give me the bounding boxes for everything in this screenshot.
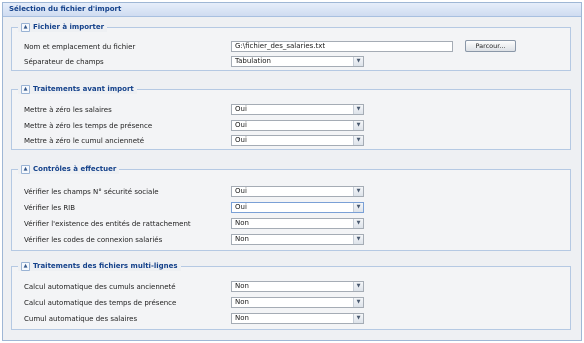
reset-salaries-value: Oui	[235, 105, 247, 113]
check-ssn-select[interactable]: Oui ▼	[231, 186, 364, 197]
import-file-panel: Sélection du fichier d'import ▲ Fichier …	[2, 2, 582, 341]
chevron-down-icon[interactable]: ▼	[353, 203, 363, 212]
fieldset-checks-legend[interactable]: ▲ Contrôles à effectuer	[18, 164, 120, 174]
fieldset-pre-import: ▲ Traitements avant import Mettre à zéro…	[11, 84, 571, 150]
chevron-down-icon[interactable]: ▼	[353, 282, 363, 291]
row-calc-seniority: Calcul automatique des cumuls ancienneté…	[24, 281, 562, 293]
fieldset-multiline-title: Traitements des fichiers multi-lignes	[33, 262, 178, 270]
check-ssn-value: Oui	[235, 187, 247, 195]
row-check-entities: Vérifier l'existence des entités de ratt…	[24, 218, 562, 230]
reset-salaries-label: Mettre à zéro les salaires	[24, 106, 112, 114]
check-rib-select[interactable]: Oui ▼	[231, 202, 364, 213]
file-path-label: Nom et emplacement du fichier	[24, 43, 136, 51]
cumul-salaries-value: Non	[235, 314, 249, 322]
chevron-down-icon[interactable]: ▼	[353, 298, 363, 307]
row-check-logins: Vérifier les codes de connexion salariés…	[24, 234, 562, 246]
row-file-path: Nom et emplacement du fichier G:\fichier…	[24, 40, 562, 53]
cumul-salaries-select[interactable]: Non ▼	[231, 313, 364, 324]
fieldset-multiline-legend[interactable]: ▲ Traitements des fichiers multi-lignes	[18, 261, 181, 271]
reset-presence-value: Oui	[235, 121, 247, 129]
collapse-up-icon[interactable]: ▲	[21, 84, 30, 94]
row-reset-seniority: Mettre à zéro le cumul ancienneté Oui ▼	[24, 135, 562, 147]
check-entities-label: Vérifier l'existence des entités de ratt…	[24, 220, 191, 228]
fieldset-checks: ▲ Contrôles à effectuer Vérifier les cha…	[11, 164, 571, 251]
calc-presence-label: Calcul automatique des temps de présence	[24, 299, 177, 307]
row-separator: Séparateur de champs Tabulation ▼	[24, 56, 562, 68]
fieldset-file-title: Fichier à importer	[33, 23, 105, 31]
check-logins-value: Non	[235, 235, 249, 243]
reset-seniority-value: Oui	[235, 136, 247, 144]
file-path-input[interactable]: G:\fichier_des_salaries.txt	[231, 41, 453, 52]
check-rib-value: Oui	[235, 203, 247, 211]
chevron-down-icon[interactable]: ▼	[353, 121, 363, 130]
reset-seniority-label: Mettre à zéro le cumul ancienneté	[24, 137, 145, 145]
check-rib-label: Vérifier les RIB	[24, 204, 76, 212]
row-cumul-salaries: Cumul automatique des salaires Non ▼	[24, 313, 562, 325]
file-path-value: G:\fichier_des_salaries.txt	[235, 42, 326, 50]
reset-salaries-select[interactable]: Oui ▼	[231, 104, 364, 115]
fieldset-file-legend[interactable]: ▲ Fichier à importer	[18, 22, 108, 32]
collapse-up-icon[interactable]: ▲	[21, 164, 30, 174]
reset-presence-label: Mettre à zéro les temps de présence	[24, 122, 153, 130]
row-reset-salaries: Mettre à zéro les salaires Oui ▼	[24, 104, 562, 116]
collapse-up-icon[interactable]: ▲	[21, 22, 30, 32]
calc-seniority-label: Calcul automatique des cumuls ancienneté	[24, 283, 176, 291]
chevron-down-icon[interactable]: ▼	[353, 219, 363, 228]
calc-presence-select[interactable]: Non ▼	[231, 297, 364, 308]
reset-seniority-select[interactable]: Oui ▼	[231, 135, 364, 146]
chevron-down-icon[interactable]: ▼	[353, 187, 363, 196]
cumul-salaries-label: Cumul automatique des salaires	[24, 315, 138, 323]
row-reset-presence: Mettre à zéro les temps de présence Oui …	[24, 120, 562, 132]
check-logins-label: Vérifier les codes de connexion salariés	[24, 236, 163, 244]
fieldset-pre-import-title: Traitements avant import	[33, 85, 134, 93]
chevron-down-icon[interactable]: ▼	[353, 235, 363, 244]
fieldset-checks-title: Contrôles à effectuer	[33, 165, 117, 173]
collapse-up-icon[interactable]: ▲	[21, 261, 30, 271]
check-logins-select[interactable]: Non ▼	[231, 234, 364, 245]
row-check-rib: Vérifier les RIB Oui ▼	[24, 202, 562, 214]
browse-button[interactable]: Parcour...	[465, 40, 516, 52]
fieldset-pre-import-legend[interactable]: ▲ Traitements avant import	[18, 84, 137, 94]
separator-select[interactable]: Tabulation ▼	[231, 56, 364, 67]
chevron-down-icon[interactable]: ▼	[353, 105, 363, 114]
chevron-down-icon[interactable]: ▼	[353, 314, 363, 323]
panel-title: Sélection du fichier d'import	[3, 3, 581, 17]
calc-presence-value: Non	[235, 298, 249, 306]
row-calc-presence: Calcul automatique des temps de présence…	[24, 297, 562, 309]
chevron-down-icon[interactable]: ▼	[353, 136, 363, 145]
chevron-down-icon[interactable]: ▼	[353, 57, 363, 66]
check-entities-value: Non	[235, 219, 249, 227]
check-entities-select[interactable]: Non ▼	[231, 218, 364, 229]
calc-seniority-select[interactable]: Non ▼	[231, 281, 364, 292]
reset-presence-select[interactable]: Oui ▼	[231, 120, 364, 131]
separator-label: Séparateur de champs	[24, 58, 104, 66]
row-check-ssn: Vérifier les champs N° sécurité sociale …	[24, 186, 562, 198]
separator-value: Tabulation	[235, 57, 271, 65]
calc-seniority-value: Non	[235, 282, 249, 290]
fieldset-file: ▲ Fichier à importer Nom et emplacement …	[11, 22, 571, 71]
check-ssn-label: Vérifier les champs N° sécurité sociale	[24, 188, 159, 196]
fieldset-multiline: ▲ Traitements des fichiers multi-lignes …	[11, 261, 571, 330]
